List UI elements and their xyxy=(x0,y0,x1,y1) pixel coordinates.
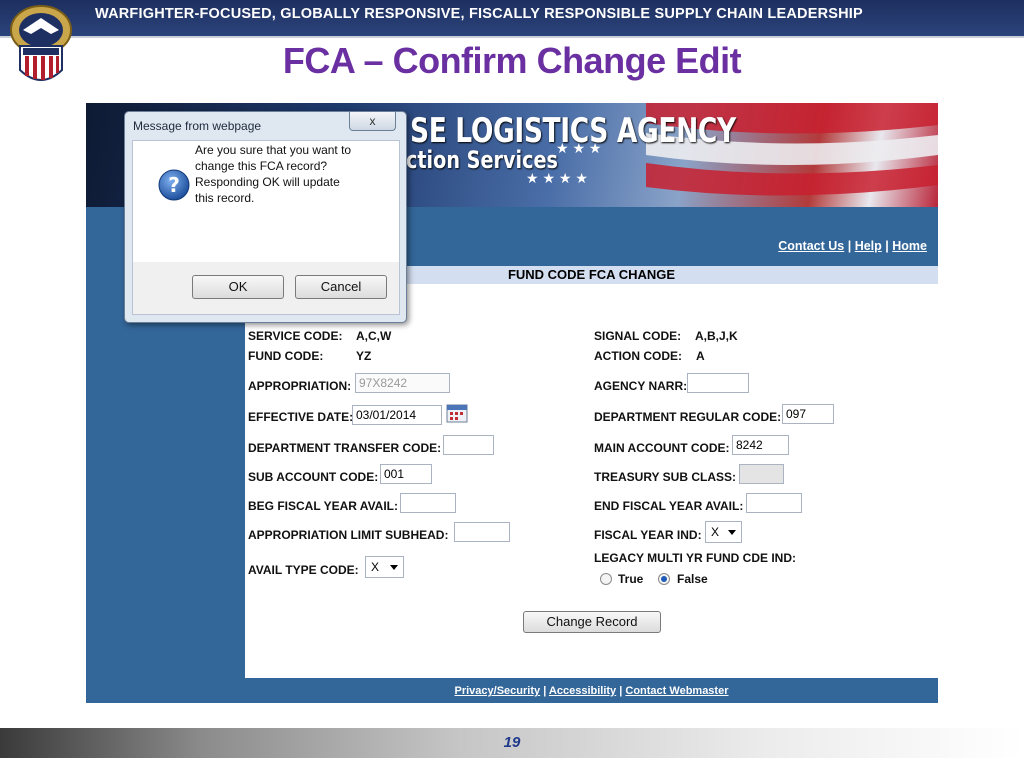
effective-date-field[interactable]: 03/01/2014 xyxy=(352,405,442,425)
slide-title: FCA – Confirm Change Edit xyxy=(282,40,742,81)
signal-code-label: SIGNAL CODE: xyxy=(594,329,682,343)
link-separator: | xyxy=(543,685,547,697)
legacy-false-label: False xyxy=(677,572,708,586)
fiscal-year-ind-value: X xyxy=(711,525,720,539)
dept-regular-code-field[interactable]: 097 xyxy=(782,404,834,424)
legacy-multi-yr-label: LEGACY MULTI YR FUND CDE IND: xyxy=(594,551,797,565)
treasury-sub-class-field[interactable] xyxy=(739,464,784,484)
help-link[interactable]: Help xyxy=(855,239,882,253)
link-separator: | xyxy=(885,239,889,253)
close-icon[interactable]: x xyxy=(349,112,396,131)
action-code-value: A xyxy=(696,349,705,363)
treasury-sub-class-label: TREASURY SUB CLASS: xyxy=(594,470,737,484)
privacy-security-link[interactable]: Privacy/Security xyxy=(455,685,541,697)
main-account-code-label: MAIN ACCOUNT CODE: xyxy=(594,441,730,455)
dialog-title: Message from webpage xyxy=(133,119,262,133)
question-icon: ? xyxy=(158,169,190,201)
fiscal-year-ind-select[interactable]: X xyxy=(705,521,742,543)
dept-transfer-code-field[interactable] xyxy=(443,435,494,455)
service-code-value: A,C,W xyxy=(356,329,392,343)
signal-code-value: A,B,J,K xyxy=(695,329,738,343)
legacy-true-label: True xyxy=(618,572,644,586)
fca-change-form: SERVICE CODE: A,C,W FUND CODE: YZ SIGNAL… xyxy=(245,284,938,678)
accessibility-link[interactable]: Accessibility xyxy=(549,685,616,697)
agency-narr-label: AGENCY NARR: xyxy=(594,379,688,393)
sub-account-code-field[interactable]: 001 xyxy=(380,464,432,484)
avail-type-code-label: AVAIL TYPE CODE: xyxy=(248,563,359,577)
cancel-button[interactable]: Cancel xyxy=(295,275,387,299)
effective-date-label: EFFECTIVE DATE: xyxy=(248,410,354,424)
svg-text:?: ? xyxy=(168,173,180,197)
service-code-label: SERVICE CODE: xyxy=(248,329,343,343)
beg-fiscal-year-label: BEG FISCAL YEAR AVAIL: xyxy=(248,499,399,513)
dept-regular-code-label: DEPARTMENT REGULAR CODE: xyxy=(594,410,782,424)
home-link[interactable]: Home xyxy=(892,239,927,253)
fiscal-year-ind-label: FISCAL YEAR IND: xyxy=(594,528,702,542)
end-fiscal-year-field[interactable] xyxy=(746,493,802,513)
ok-button[interactable]: OK xyxy=(192,275,284,299)
approp-limit-subhead-field[interactable] xyxy=(454,522,510,542)
end-fiscal-year-label: END FISCAL YEAR AVAIL: xyxy=(594,499,744,513)
fund-code-label: FUND CODE: xyxy=(248,349,324,363)
agency-title: SE LOGISTICS AGENCY xyxy=(410,111,736,151)
contact-webmaster-link[interactable]: Contact Webmaster xyxy=(625,685,728,697)
link-separator: | xyxy=(847,239,852,253)
dept-transfer-code-label: DEPARTMENT TRANSFER CODE: xyxy=(248,441,442,455)
action-code-label: ACTION CODE: xyxy=(594,349,682,363)
page-number: 19 xyxy=(503,734,521,751)
avail-type-code-value: X xyxy=(371,560,380,574)
appropriation-label: APPROPRIATION: xyxy=(248,379,352,393)
appropriation-field[interactable]: 97X8242 xyxy=(355,373,450,393)
link-separator: | xyxy=(619,685,623,697)
legacy-false-radio[interactable] xyxy=(658,573,670,585)
main-account-code-field[interactable]: 8242 xyxy=(732,435,789,455)
agency-narr-field[interactable] xyxy=(687,373,749,393)
legacy-true-radio[interactable] xyxy=(600,573,612,585)
contact-us-link[interactable]: Contact Us xyxy=(778,239,844,253)
fund-code-value: YZ xyxy=(356,349,372,363)
chevron-down-icon xyxy=(390,565,398,570)
calendar-icon[interactable] xyxy=(446,403,468,423)
slide-motto: WARFIGHTER-FOCUSED, GLOBALLY RESPONSIVE,… xyxy=(95,6,863,22)
agency-subtitle: ction Services xyxy=(406,146,558,174)
dialog-message: Are you sure that you want to change thi… xyxy=(195,143,352,205)
confirm-dialog: Message from webpage x ? Are you sure th… xyxy=(124,111,407,323)
avail-type-code-select[interactable]: X xyxy=(365,556,404,578)
slide-header-bar: WARFIGHTER-FOCUSED, GLOBALLY RESPONSIVE,… xyxy=(0,0,1024,38)
sub-account-code-label: SUB ACCOUNT CODE: xyxy=(248,470,379,484)
approp-limit-subhead-label: APPROPRIATION LIMIT SUBHEAD: xyxy=(248,528,449,542)
beg-fiscal-year-field[interactable] xyxy=(400,493,456,513)
top-nav-links: Contact Us | Help | Home xyxy=(778,239,927,253)
change-record-button[interactable]: Change Record xyxy=(523,611,661,633)
chevron-down-icon xyxy=(728,530,736,535)
site-footer-links: Privacy/Security | Accessibility | Conta… xyxy=(245,678,938,703)
